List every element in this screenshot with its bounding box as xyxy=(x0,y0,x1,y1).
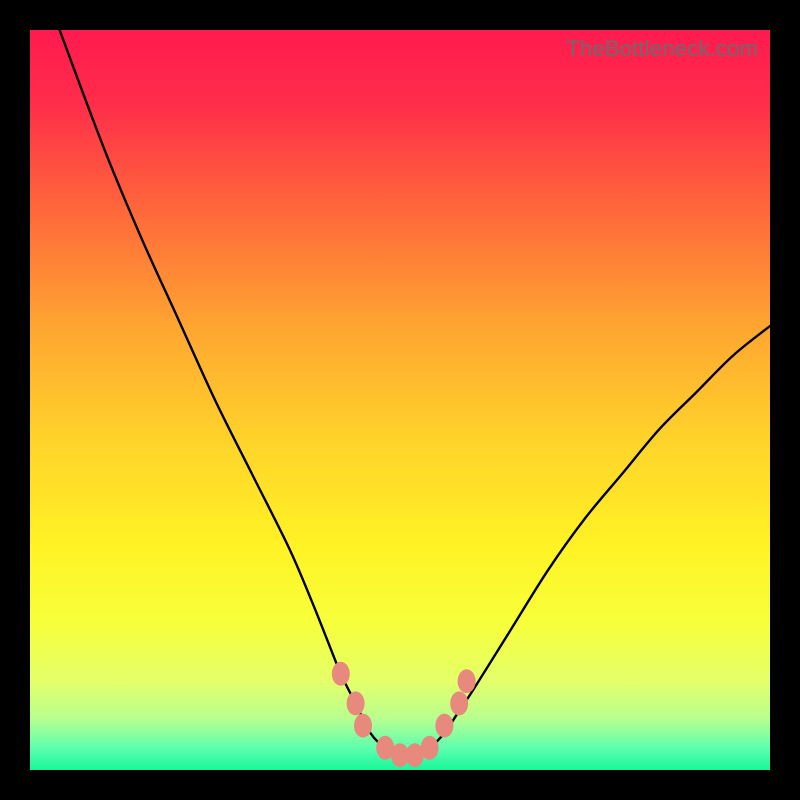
marker-point xyxy=(332,662,350,686)
highlight-markers xyxy=(30,30,770,770)
chart-frame: TheBottleneck.com xyxy=(0,0,800,800)
marker-point xyxy=(435,714,453,738)
plot-area: TheBottleneck.com xyxy=(30,30,770,770)
watermark-text: TheBottleneck.com xyxy=(566,36,758,62)
marker-point xyxy=(421,736,439,760)
marker-point xyxy=(347,691,365,715)
marker-point xyxy=(458,669,476,693)
marker-point xyxy=(450,691,468,715)
marker-point xyxy=(354,714,372,738)
